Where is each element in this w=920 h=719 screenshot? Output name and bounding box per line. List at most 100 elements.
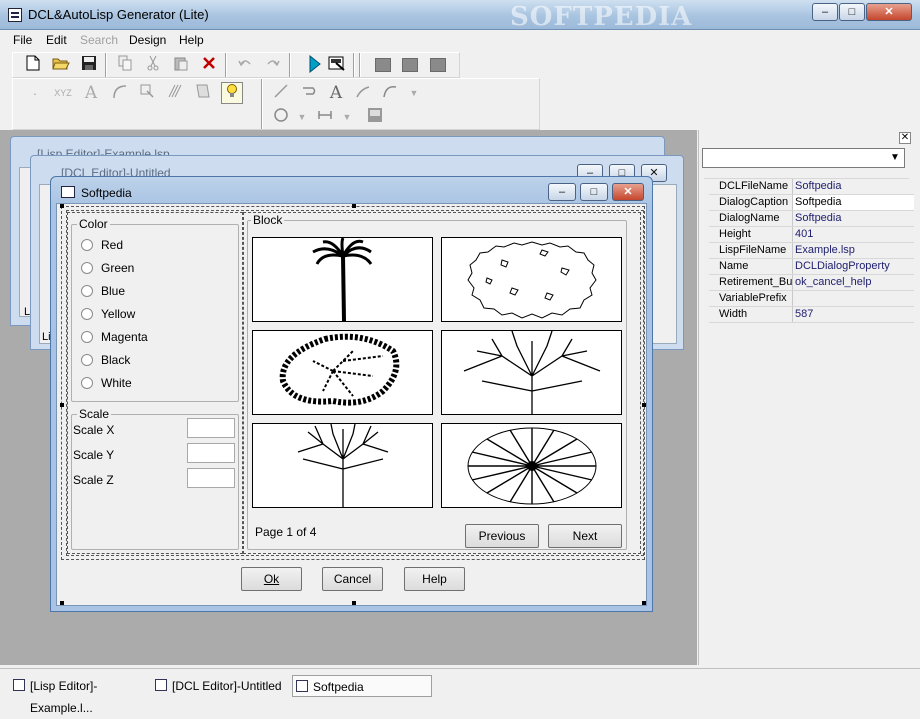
radio-button[interactable] (81, 308, 93, 320)
panel-close-icon[interactable]: ✕ (899, 132, 911, 144)
path-tool-icon[interactable] (299, 83, 319, 103)
radio-button[interactable] (81, 239, 93, 251)
menu-search[interactable]: Search (80, 33, 118, 47)
property-value[interactable]: Example.lsp (792, 243, 914, 258)
radio-green[interactable]: Green (81, 261, 221, 277)
property-value[interactable]: ok_cancel_help (792, 275, 914, 290)
maximize-button[interactable]: □ (839, 3, 865, 21)
property-row[interactable]: DCLFileName Softpedia (709, 179, 914, 195)
scale-z-input[interactable] (187, 468, 235, 488)
text-tool-icon[interactable]: XYZ (53, 83, 73, 103)
arc-tool-icon[interactable] (109, 83, 129, 103)
chevron-down-icon[interactable]: ▼ (292, 107, 312, 127)
property-row[interactable]: Retirement_Bu ok_cancel_help (709, 275, 914, 291)
leafy-tree-scatter-icon[interactable] (252, 330, 433, 415)
radio-yellow[interactable]: Yellow (81, 307, 221, 323)
curve-tool-icon[interactable] (380, 83, 400, 103)
ok-button[interactable]: Ok (241, 567, 302, 591)
radio-white[interactable]: White (81, 376, 221, 392)
property-value[interactable]: DCLDialogProperty (792, 259, 914, 274)
text-a-icon[interactable]: A (326, 83, 346, 103)
property-row[interactable]: Height 401 (709, 227, 914, 243)
radio-button[interactable] (81, 377, 93, 389)
bare-tree-tall-icon[interactable] (252, 423, 433, 508)
resize-handle[interactable] (642, 601, 646, 605)
dimension-tool-icon[interactable] (315, 107, 335, 127)
property-value[interactable]: Softpedia (792, 179, 914, 194)
property-row[interactable]: LispFileName Example.lsp (709, 243, 914, 259)
menu-edit[interactable]: Edit (46, 33, 67, 47)
text-a-small-icon[interactable] (353, 83, 373, 103)
resize-handle[interactable] (60, 403, 64, 407)
task-dcl-editor[interactable]: [DCL Editor]-Untitled (152, 675, 288, 697)
property-row[interactable]: VariablePrefix (709, 291, 914, 307)
dialog-maximize-button[interactable]: □ (580, 183, 608, 201)
line-tool-icon[interactable] (271, 83, 291, 103)
run-icon[interactable] (305, 54, 325, 75)
radio-button[interactable] (81, 262, 93, 274)
chevron-down-icon[interactable]: ▼ (337, 107, 357, 127)
task-lisp-editor[interactable]: [Lisp Editor]-Example.l... (10, 675, 148, 715)
radio-blue[interactable]: Blue (81, 284, 221, 300)
softpedia-dialog[interactable]: Softpedia – □ ✕ Color Red Green Blue Yel… (50, 176, 653, 612)
save-icon[interactable] (79, 55, 99, 75)
property-row[interactable]: Width 587 (709, 307, 914, 323)
next-button[interactable]: Next (548, 524, 622, 548)
radio-black[interactable]: Black (81, 353, 221, 369)
resize-handle[interactable] (352, 601, 356, 605)
resize-handle[interactable] (60, 204, 64, 208)
copy-icon[interactable] (115, 55, 135, 75)
property-value[interactable] (792, 291, 914, 306)
resize-handle[interactable] (352, 204, 356, 208)
delete-icon[interactable] (199, 55, 219, 75)
open-folder-icon[interactable] (51, 55, 71, 75)
property-row[interactable]: DialogName Softpedia (709, 211, 914, 227)
style-tool-icon[interactable] (193, 83, 213, 103)
new-file-icon[interactable] (23, 55, 43, 75)
radio-button[interactable] (81, 354, 93, 366)
light-bulb-icon[interactable] (221, 82, 243, 104)
scale-y-input[interactable] (187, 443, 235, 463)
radio-magenta[interactable]: Magenta (81, 330, 221, 346)
property-value[interactable]: Softpedia (792, 195, 914, 210)
property-row[interactable]: DialogCaption Softpedia (709, 195, 914, 211)
minimize-button[interactable]: – (812, 3, 838, 21)
cancel-button[interactable]: Cancel (322, 567, 383, 591)
dialog-close-button[interactable]: ✕ (612, 183, 644, 201)
help-button[interactable]: Help (404, 567, 465, 591)
close-button[interactable]: ✕ (866, 3, 912, 21)
block-icon-3[interactable] (430, 58, 446, 72)
radio-button[interactable] (81, 331, 93, 343)
preview-icon[interactable] (327, 55, 347, 75)
undo-icon[interactable] (235, 55, 255, 75)
task-softpedia[interactable]: Softpedia (292, 675, 432, 697)
radio-red[interactable]: Red (81, 238, 221, 254)
paste-icon[interactable] (171, 55, 191, 75)
dialog-minimize-button[interactable]: – (548, 183, 576, 201)
scale-x-input[interactable] (187, 418, 235, 438)
font-tool-icon[interactable]: A (81, 83, 101, 103)
hatch-tool-icon[interactable] (165, 83, 185, 103)
cut-icon[interactable] (143, 55, 163, 75)
dot-tool-icon[interactable]: · (25, 83, 45, 103)
chevron-down-icon[interactable]: ▼ (404, 83, 424, 103)
palm-tree-icon[interactable] (252, 237, 433, 322)
image-tool-icon[interactable] (365, 107, 385, 127)
radio-button[interactable] (81, 285, 93, 297)
property-value[interactable]: 587 (792, 307, 914, 322)
chevron-down-icon[interactable]: ▼ (888, 151, 902, 165)
previous-button[interactable]: Previous (465, 524, 539, 548)
block-icon-2[interactable] (402, 58, 418, 72)
resize-handle[interactable] (642, 403, 646, 407)
redo-icon[interactable] (263, 55, 283, 75)
property-row[interactable]: Name DCLDialogProperty (709, 259, 914, 275)
object-selector-dropdown[interactable]: ▼ (702, 148, 905, 168)
bare-tree-wide-icon[interactable] (441, 330, 622, 415)
property-value[interactable]: Softpedia (792, 211, 914, 226)
block-icon-1[interactable] (375, 58, 391, 72)
menu-file[interactable]: File (13, 33, 32, 47)
circle-tool-icon[interactable] (271, 107, 291, 127)
menu-help[interactable]: Help (179, 33, 204, 47)
property-value[interactable]: 401 (792, 227, 914, 242)
resize-handle[interactable] (60, 601, 64, 605)
